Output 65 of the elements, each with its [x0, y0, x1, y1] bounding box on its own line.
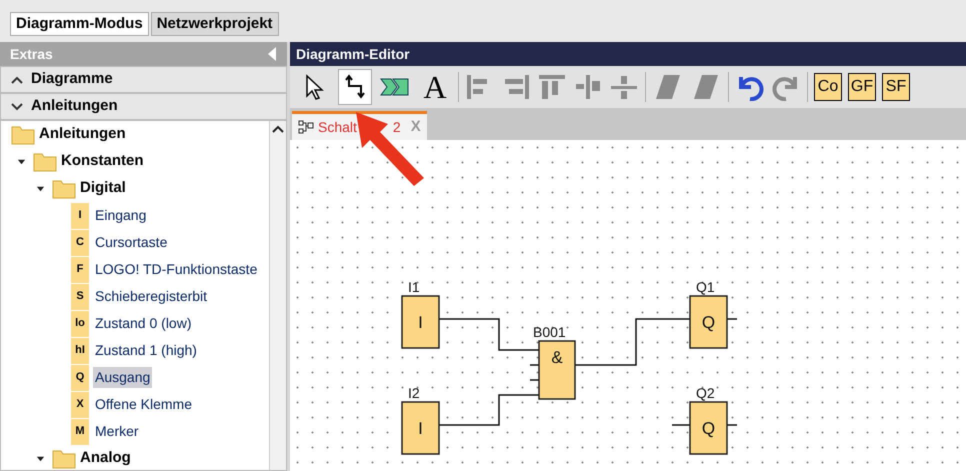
tab-label: Schalt — [318, 118, 357, 136]
text-tool-button[interactable]: A — [418, 69, 452, 105]
logic-block[interactable] — [401, 401, 440, 455]
item-type-badge: I — [71, 202, 89, 228]
block-symbol: I — [418, 313, 423, 332]
folder-icon — [52, 178, 76, 198]
tree-item[interactable]: LOGO! TD-Funktionstaste — [93, 259, 260, 280]
mode-tab[interactable]: Netzwerkprojekt — [150, 12, 279, 36]
tree-item[interactable]: Digital — [80, 177, 126, 200]
section-label: Anleitungen — [31, 96, 118, 116]
diagram-icon — [298, 120, 314, 134]
tree-item[interactable]: Cursortaste — [93, 232, 170, 253]
accordion-header[interactable]: Anleitungen — [0, 93, 287, 120]
block-button[interactable]: GF — [848, 73, 876, 101]
logic-block[interactable] — [689, 295, 728, 349]
scrollbar[interactable] — [269, 121, 286, 470]
tree-item[interactable]: Ausgang — [93, 367, 152, 388]
input-pin — [529, 364, 540, 381]
item-type-badge: S — [71, 284, 89, 310]
block-name: I1 — [408, 279, 420, 295]
caret-down-icon[interactable] — [36, 184, 44, 193]
block-symbol: Q — [702, 419, 716, 438]
caret-down-icon[interactable] — [36, 454, 44, 463]
item-type-badge: C — [71, 230, 89, 256]
block-button[interactable]: SF — [882, 73, 910, 101]
caret-down-icon[interactable] — [16, 157, 26, 166]
editor-title: Diagramm-Editor — [296, 44, 410, 64]
logic-block[interactable] — [689, 401, 728, 455]
tree-item[interactable]: Konstanten — [61, 150, 144, 173]
tool-button[interactable] — [338, 69, 372, 105]
item-type-badge: X — [71, 392, 89, 418]
folder-icon — [52, 448, 76, 468]
tab-label: 2 — [392, 118, 401, 136]
logic-block[interactable] — [538, 340, 576, 400]
item-type-badge: hI — [71, 338, 89, 364]
pointer-icon — [305, 74, 325, 100]
tree-item[interactable]: Merker — [93, 421, 141, 442]
logic-block[interactable] — [401, 295, 440, 349]
block-name: B001 — [533, 324, 566, 340]
block-name: Q2 — [696, 385, 715, 401]
block-arrows-icon — [380, 77, 410, 97]
block-symbol: Q — [702, 313, 716, 332]
tree-item[interactable]: Eingang — [93, 205, 148, 226]
tree-item[interactable]: Zustand 0 (low) — [93, 313, 194, 334]
block-symbol: I — [418, 419, 423, 438]
tree-item[interactable]: Offene Klemme — [93, 394, 194, 415]
panel-title: Extras — [10, 44, 53, 64]
item-type-badge: M — [71, 418, 89, 444]
folder-icon — [33, 152, 57, 172]
block-name: I2 — [408, 385, 420, 401]
folder-icon — [11, 124, 35, 144]
tree-item[interactable]: Schieberegisterbit — [93, 286, 210, 307]
item-type-badge: F — [71, 256, 89, 282]
item-type-badge: lo — [71, 310, 89, 336]
block-name: Q1 — [696, 279, 715, 295]
mode-tab[interactable]: Diagramm-Modus — [10, 12, 149, 36]
accordion-header[interactable]: Diagramme — [0, 66, 287, 93]
scroll-up-icon[interactable] — [272, 125, 284, 133]
tree-item[interactable]: Zustand 1 (high) — [93, 340, 199, 361]
item-type-badge: Q — [71, 364, 89, 390]
section-label: Diagramme — [31, 69, 113, 90]
block-symbol: & — [551, 348, 563, 367]
tree-item[interactable]: Anleitungen — [39, 123, 126, 146]
block-button[interactable]: Co — [814, 73, 842, 101]
tree-item[interactable]: Analog — [80, 447, 131, 470]
